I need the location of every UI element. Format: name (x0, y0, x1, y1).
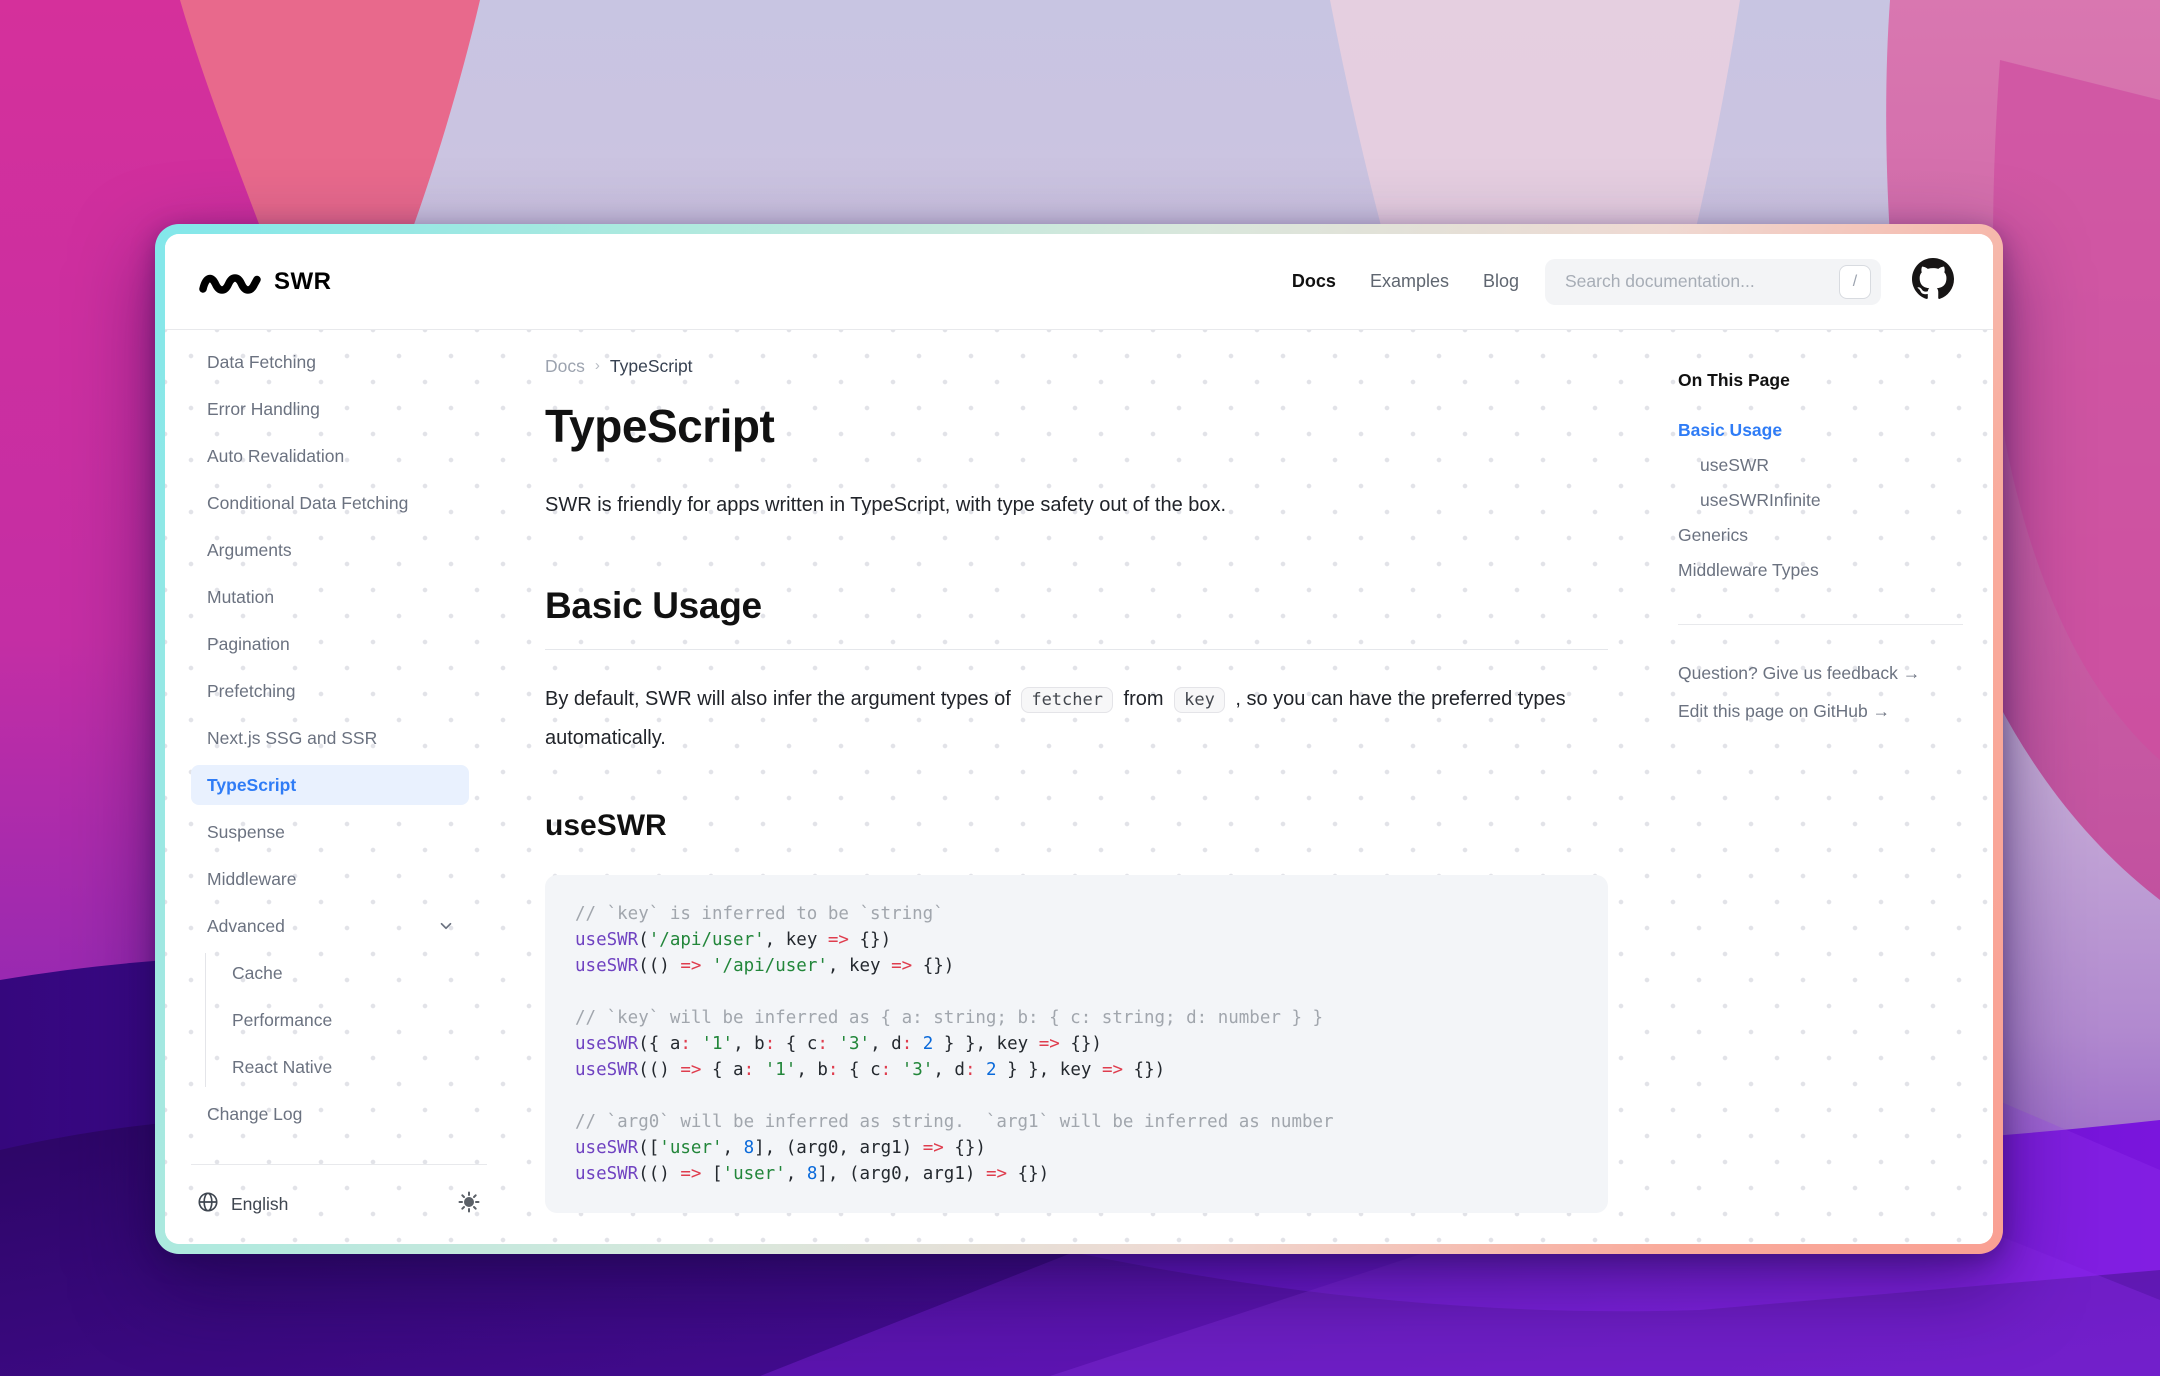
sidebar-item-label: Next.js SSG and SSR (207, 728, 377, 749)
sidebar-subsection: Cache Performance React Native (205, 953, 469, 1087)
section-divider (545, 649, 1608, 650)
sidebar-item-label: Auto Revalidation (207, 446, 344, 467)
toc-item-basic-usage[interactable]: Basic Usage (1678, 413, 1963, 448)
swr-wave-icon (199, 265, 261, 299)
sidebar-item-label: Pagination (207, 634, 290, 655)
nav-docs[interactable]: Docs (1292, 271, 1336, 292)
theme-toggle[interactable] (457, 1190, 481, 1219)
sidebar-item-prefetching[interactable]: Prefetching (191, 671, 469, 711)
sidebar-item-performance[interactable]: Performance (216, 1000, 469, 1040)
sidebar-item-error-handling[interactable]: Error Handling (191, 389, 469, 429)
infer-paragraph: By default, SWR will also infer the argu… (545, 680, 1608, 757)
sidebar-item-mutation[interactable]: Mutation (191, 577, 469, 617)
browser-window: SWR Docs Examples Blog / Data Fetching Erro… (155, 224, 2003, 1254)
sidebar-item-label: Middleware (207, 869, 296, 890)
toc-footer: Question? Give us feedback → Edit this pa… (1678, 663, 1963, 722)
sidebar-item-label: Error Handling (207, 399, 320, 420)
toc-footer-link-question-give-us-feedbac[interactable]: Question? Give us feedback → (1678, 663, 1963, 684)
nav-examples[interactable]: Examples (1370, 271, 1449, 292)
language-label: English (231, 1194, 288, 1215)
sidebar-item-label: Suspense (207, 822, 285, 843)
sidebar-item-typescript[interactable]: TypeScript (191, 765, 469, 805)
intro-paragraph: SWR is friendly for apps written in Type… (545, 487, 1608, 523)
sidebar-item-label: Advanced (207, 916, 285, 937)
sidebar: Data Fetching Error Handling Auto Revalida… (165, 330, 513, 1244)
sidebar-item-label: Cache (232, 963, 283, 984)
toc-footer-link-edit-this-page-on-github[interactable]: Edit this page on GitHub → (1678, 701, 1963, 722)
header-nav: Docs Examples Blog (1292, 271, 1519, 292)
toc-divider (1678, 624, 1963, 625)
breadcrumb-docs[interactable]: Docs (545, 356, 585, 377)
github-icon (1912, 258, 1954, 305)
sun-icon (457, 1190, 481, 1219)
slash-shortcut-key: / (1839, 265, 1871, 299)
sidebar-item-label: Data Fetching (207, 352, 316, 373)
breadcrumb-current: TypeScript (610, 356, 693, 377)
sidebar-item-label: Conditional Data Fetching (207, 493, 408, 514)
github-link[interactable] (1911, 260, 1955, 304)
sidebar-item-arguments[interactable]: Arguments (191, 530, 469, 570)
sidebar-footer: English (191, 1164, 487, 1244)
sidebar-item-pagination[interactable]: Pagination (191, 624, 469, 664)
logo-text: SWR (274, 268, 332, 296)
toc-item-useswr[interactable]: useSWR (1678, 448, 1963, 483)
breadcrumb: Docs › TypeScript (545, 356, 1608, 377)
sidebar-item-conditional-data-fetching[interactable]: Conditional Data Fetching (191, 483, 469, 523)
page-title: TypeScript (545, 399, 1608, 453)
sidebar-item-label: Performance (232, 1010, 332, 1031)
toc-item-generics[interactable]: Generics (1678, 518, 1963, 553)
code-block: // `key` is inferred to be `string`useSW… (545, 875, 1608, 1213)
chevron-down-icon (437, 917, 455, 935)
site-header: SWR Docs Examples Blog / (165, 234, 1993, 330)
sidebar-item-label: Change Log (207, 1104, 302, 1125)
toc-list: Basic UsageuseSWRuseSWRInfiniteGenericsM… (1678, 413, 1963, 588)
chevron-right-icon: › (595, 357, 600, 374)
sidebar-item-label: React Native (232, 1057, 332, 1078)
basic-usage-heading: Basic Usage (545, 585, 1608, 627)
inline-code: fetcher (1021, 687, 1113, 713)
sidebar-item-cache[interactable]: Cache (216, 953, 469, 993)
sidebar-item-suspense[interactable]: Suspense (191, 812, 469, 852)
sidebar-menu: Data Fetching Error Handling Auto Revalida… (191, 342, 469, 1134)
sidebar-item-next-js-ssg-and-ssr[interactable]: Next.js SSG and SSR (191, 718, 469, 758)
content-area: Data Fetching Error Handling Auto Revalida… (165, 330, 1993, 1244)
sidebar-item-advanced[interactable]: Advanced (191, 906, 469, 946)
main-content: Docs › TypeScript TypeScript SWR is frie… (513, 330, 1678, 1244)
toc-heading: On This Page (1678, 370, 1963, 391)
sidebar-item-label: TypeScript (207, 775, 296, 796)
sidebar-item-label: Arguments (207, 540, 292, 561)
useswr-heading: useSWR (545, 809, 1608, 843)
docs-site: SWR Docs Examples Blog / Data Fetching Erro… (165, 234, 1993, 1244)
language-switcher[interactable]: English (197, 1191, 288, 1218)
sidebar-item-auto-revalidation[interactable]: Auto Revalidation (191, 436, 469, 476)
inline-code: key (1174, 687, 1225, 713)
sidebar-item-data-fetching[interactable]: Data Fetching (191, 342, 469, 382)
nav-blog[interactable]: Blog (1483, 271, 1519, 292)
bottom-paragraph: You can also explicitly specify the type… (545, 1241, 1608, 1244)
sidebar-item-change-log[interactable]: Change Log (191, 1094, 469, 1134)
toc-item-middleware-types[interactable]: Middleware Types (1678, 553, 1963, 588)
sidebar-item-middleware[interactable]: Middleware (191, 859, 469, 899)
toc-item-useswrinfinite[interactable]: useSWRInfinite (1678, 483, 1963, 518)
sidebar-item-label: Prefetching (207, 681, 296, 702)
swr-logo[interactable]: SWR (199, 265, 332, 299)
search-input[interactable] (1565, 271, 1839, 292)
toc: On This Page Basic UsageuseSWRuseSWRInfi… (1678, 330, 1993, 1244)
sidebar-item-react-native[interactable]: React Native (216, 1047, 469, 1087)
search-box[interactable]: / (1545, 259, 1881, 305)
globe-icon (197, 1191, 219, 1218)
sidebar-item-label: Mutation (207, 587, 274, 608)
